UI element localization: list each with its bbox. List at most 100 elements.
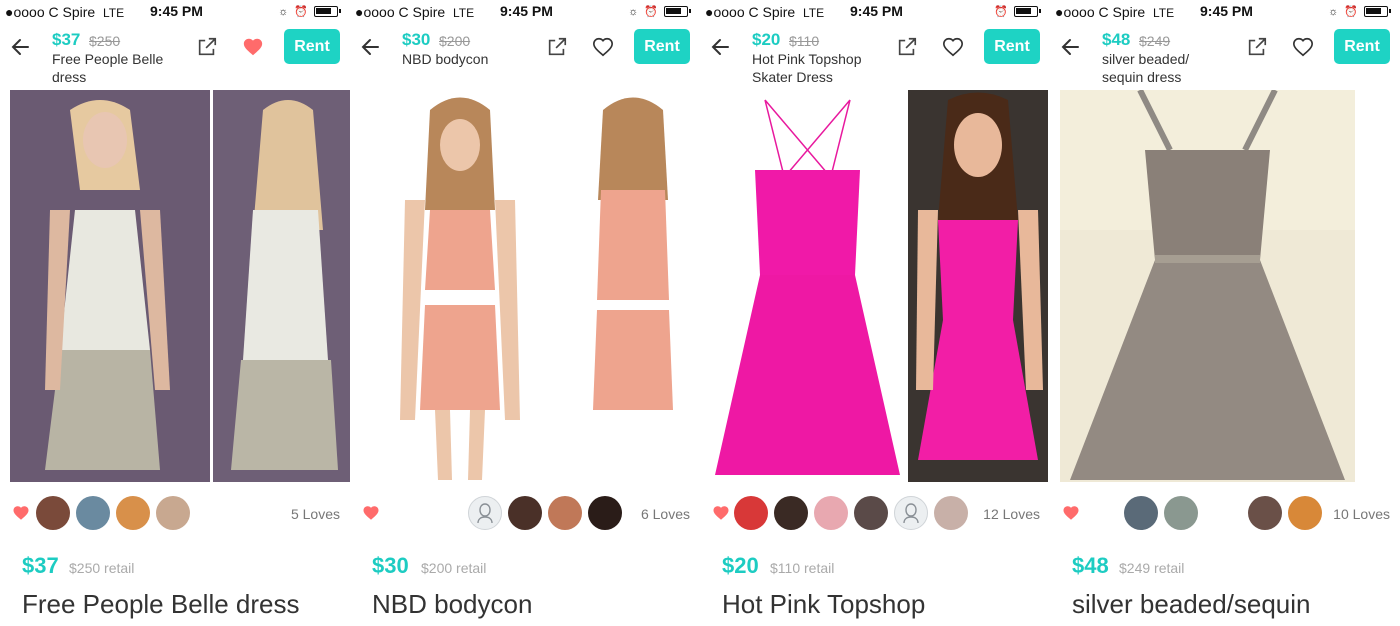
listing-title: Hot Pink Topshop — [722, 589, 926, 619]
signal-strength: ●oooo — [705, 4, 745, 20]
product-photo-front[interactable] — [1060, 90, 1355, 482]
back-arrow-icon[interactable] — [8, 35, 32, 59]
product-photo-front[interactable] — [10, 90, 210, 482]
listing-screen-3: ●oooo C Spire LTE 9:45 PM ⏰ $20 $110 Hot… — [700, 0, 1050, 626]
avatar[interactable] — [1248, 496, 1282, 530]
heart-icon[interactable] — [242, 36, 264, 58]
back-arrow-icon[interactable] — [708, 35, 732, 59]
avatar[interactable] — [734, 496, 768, 530]
network-type: LTE — [1152, 6, 1175, 20]
listing-title: silver beaded/sequin — [1072, 589, 1311, 619]
loves-count[interactable]: 12 Loves — [983, 506, 1040, 522]
heart-outline-icon[interactable] — [592, 36, 614, 58]
product-photo-worn[interactable] — [908, 90, 1048, 482]
header-title: Hot Pink Topshop Skater Dress — [752, 51, 862, 85]
app-screens: ●oooo C Spire LTE 9:45 PM ☼ ⏰ $37 $250 Fr… — [0, 0, 1400, 626]
alarm-icon: ⏰ — [294, 6, 308, 18]
external-link-icon[interactable] — [896, 36, 918, 58]
avatar[interactable] — [814, 496, 848, 530]
signal-strength: ●oooo — [355, 4, 395, 20]
love-heart-icon[interactable] — [712, 504, 730, 522]
heart-outline-icon[interactable] — [1292, 36, 1314, 58]
status-time: 9:45 PM — [150, 3, 203, 19]
loves-count[interactable]: 5 Loves — [291, 506, 340, 522]
listing-price: $20 — [722, 553, 759, 578]
battery-icon — [314, 6, 341, 17]
header-title: NBD bodycon — [402, 51, 489, 67]
rent-button[interactable]: Rent — [984, 29, 1040, 64]
avatar[interactable] — [588, 496, 622, 530]
external-link-icon[interactable] — [196, 36, 218, 58]
avatar[interactable] — [854, 496, 888, 530]
header-title: Free People Belle dress — [52, 51, 164, 85]
header-retail-price: $249 — [1139, 33, 1171, 49]
carrier-name: C Spire — [398, 4, 446, 20]
avatar[interactable] — [116, 496, 150, 530]
carrier-name: C Spire — [748, 4, 796, 20]
loves-count[interactable]: 10 Loves — [1333, 506, 1390, 522]
listing-screen-4: ●oooo C Spire LTE 9:45 PM ☼ ⏰ $48 $249 si… — [1050, 0, 1400, 626]
header-retail-price: $250 — [89, 33, 121, 49]
avatar-placeholder[interactable] — [894, 496, 928, 530]
carrier-name: C Spire — [1098, 4, 1146, 20]
back-arrow-icon[interactable] — [1058, 35, 1082, 59]
status-bar: ●oooo C Spire LTE 9:45 PM ⏰ — [700, 0, 1050, 22]
product-photo-back[interactable] — [563, 90, 700, 482]
avatar[interactable] — [36, 496, 70, 530]
retail-price: $250 retail — [69, 560, 135, 576]
loves-count[interactable]: 6 Loves — [641, 506, 690, 522]
retail-price: $249 retail — [1119, 560, 1185, 576]
product-photo-front[interactable] — [360, 90, 560, 482]
header-price: $30 — [402, 30, 431, 49]
status-time: 9:45 PM — [850, 3, 903, 19]
listing-price: $30 — [372, 553, 409, 578]
listing-title: NBD bodycon — [372, 589, 533, 619]
avatar[interactable] — [1288, 496, 1322, 530]
lover-avatars — [36, 496, 190, 530]
header-retail-price: $110 — [789, 33, 820, 49]
person-icon — [477, 503, 493, 524]
product-photo-back[interactable] — [213, 90, 350, 482]
listing-screen-1: ●oooo C Spire LTE 9:45 PM ☼ ⏰ $37 $250 Fr… — [0, 0, 350, 626]
avatar[interactable] — [934, 496, 968, 530]
lover-avatars — [468, 496, 622, 530]
status-time: 9:45 PM — [1200, 3, 1253, 19]
alarm-icon: ⏰ — [1344, 6, 1358, 18]
love-heart-icon[interactable] — [1062, 504, 1080, 522]
back-arrow-icon[interactable] — [358, 35, 382, 59]
love-heart-icon[interactable] — [362, 504, 380, 522]
battery-icon — [1364, 6, 1391, 17]
carrier-name: C Spire — [48, 4, 96, 20]
network-type: LTE — [802, 6, 825, 20]
external-link-icon[interactable] — [1246, 36, 1268, 58]
rent-button[interactable]: Rent — [1334, 29, 1390, 64]
header-price: $37 — [52, 30, 81, 49]
lover-avatars — [734, 496, 968, 530]
avatar[interactable] — [76, 496, 110, 530]
network-type: LTE — [452, 6, 475, 20]
listing-price: $37 — [22, 553, 59, 578]
header-price: $20 — [752, 30, 781, 49]
person-icon — [903, 503, 919, 524]
brightness-icon: ☼ — [1328, 5, 1339, 18]
status-time: 9:45 PM — [500, 3, 553, 19]
avatar[interactable] — [774, 496, 808, 530]
header-retail-price: $200 — [439, 33, 471, 49]
product-photo-front[interactable] — [710, 90, 905, 482]
rent-button[interactable]: Rent — [284, 29, 340, 64]
external-link-icon[interactable] — [546, 36, 568, 58]
battery-icon — [664, 6, 691, 17]
avatar[interactable] — [156, 496, 190, 530]
avatar-placeholder[interactable] — [468, 496, 502, 530]
avatar[interactable] — [508, 496, 542, 530]
avatar[interactable] — [1124, 496, 1158, 530]
avatar[interactable] — [548, 496, 582, 530]
signal-strength: ●oooo — [1055, 4, 1095, 20]
avatar[interactable] — [1164, 496, 1198, 530]
love-heart-icon[interactable] — [12, 504, 30, 522]
heart-outline-icon[interactable] — [942, 36, 964, 58]
listing-price: $48 — [1072, 553, 1109, 578]
rent-button[interactable]: Rent — [634, 29, 690, 64]
status-bar: ●oooo C Spire LTE 9:45 PM ☼ ⏰ — [1050, 0, 1400, 22]
retail-price: $110 retail — [770, 560, 835, 576]
